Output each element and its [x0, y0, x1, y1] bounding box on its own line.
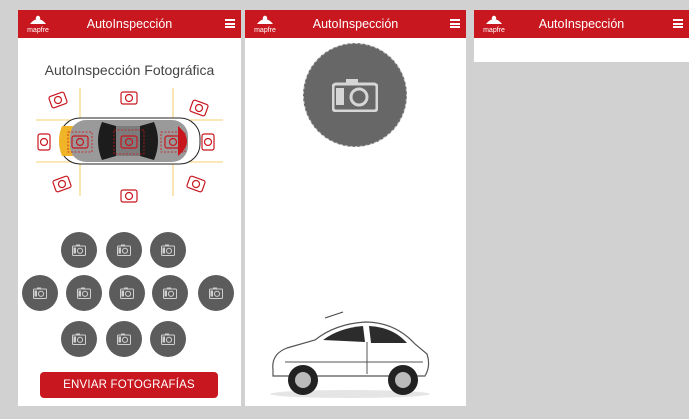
- photo-slot-button-1[interactable]: [61, 232, 97, 268]
- photo-slot-button-3[interactable]: [150, 232, 186, 268]
- photo-slot-button-9[interactable]: [61, 321, 97, 357]
- photo-slot-button-7[interactable]: [152, 275, 188, 311]
- camera-icon: [332, 79, 378, 112]
- screen-photo-inspection: mapfre AutoInspección AutoInspección Fot…: [18, 10, 241, 406]
- camera-icon: [163, 287, 177, 299]
- app-header: mapfre AutoInspección: [245, 10, 466, 38]
- car-top-icon: [59, 117, 201, 165]
- photo-slot-button-4[interactable]: [22, 275, 58, 311]
- header-title: AutoInspección: [312, 17, 399, 31]
- camera-icon: [161, 244, 175, 256]
- camera-icon: [33, 287, 47, 299]
- camera-icon: [161, 333, 175, 345]
- camera-icon: [209, 287, 223, 299]
- car-diagram: [36, 88, 223, 203]
- menu-icon[interactable]: [673, 19, 683, 28]
- photo-slot-button-11[interactable]: [150, 321, 186, 357]
- photo-slot-button-8[interactable]: [198, 275, 234, 311]
- screen-take-photo: mapfre AutoInspección: [245, 10, 466, 406]
- photo-slot-button-6[interactable]: [109, 275, 145, 311]
- camera-icon: [72, 244, 86, 256]
- menu-icon[interactable]: [450, 19, 460, 28]
- car-side-illustration: [270, 311, 430, 398]
- photo-slot-button-2[interactable]: [106, 232, 142, 268]
- header-title: AutoInspección: [86, 17, 173, 31]
- camera-icon: [72, 333, 86, 345]
- photo-slot-button-10[interactable]: [106, 321, 142, 357]
- header-title: AutoInspección: [538, 17, 625, 31]
- menu-icon[interactable]: [225, 19, 235, 28]
- app-header: mapfre AutoInspección: [474, 10, 689, 38]
- camera-icon: [77, 287, 91, 299]
- take-photo-button[interactable]: [303, 43, 407, 147]
- page-title: AutoInspección Fotográfica: [44, 62, 215, 78]
- photo-slot-button-5[interactable]: [66, 275, 102, 311]
- camera-icon: [117, 244, 131, 256]
- screen-blank: mapfre AutoInspección: [474, 10, 689, 62]
- camera-icon: [120, 287, 134, 299]
- send-photos-button[interactable]: ENVIAR FOTOGRAFÍAS: [40, 372, 218, 398]
- camera-icon: [117, 333, 131, 345]
- app-header: mapfre AutoInspección: [18, 10, 241, 38]
